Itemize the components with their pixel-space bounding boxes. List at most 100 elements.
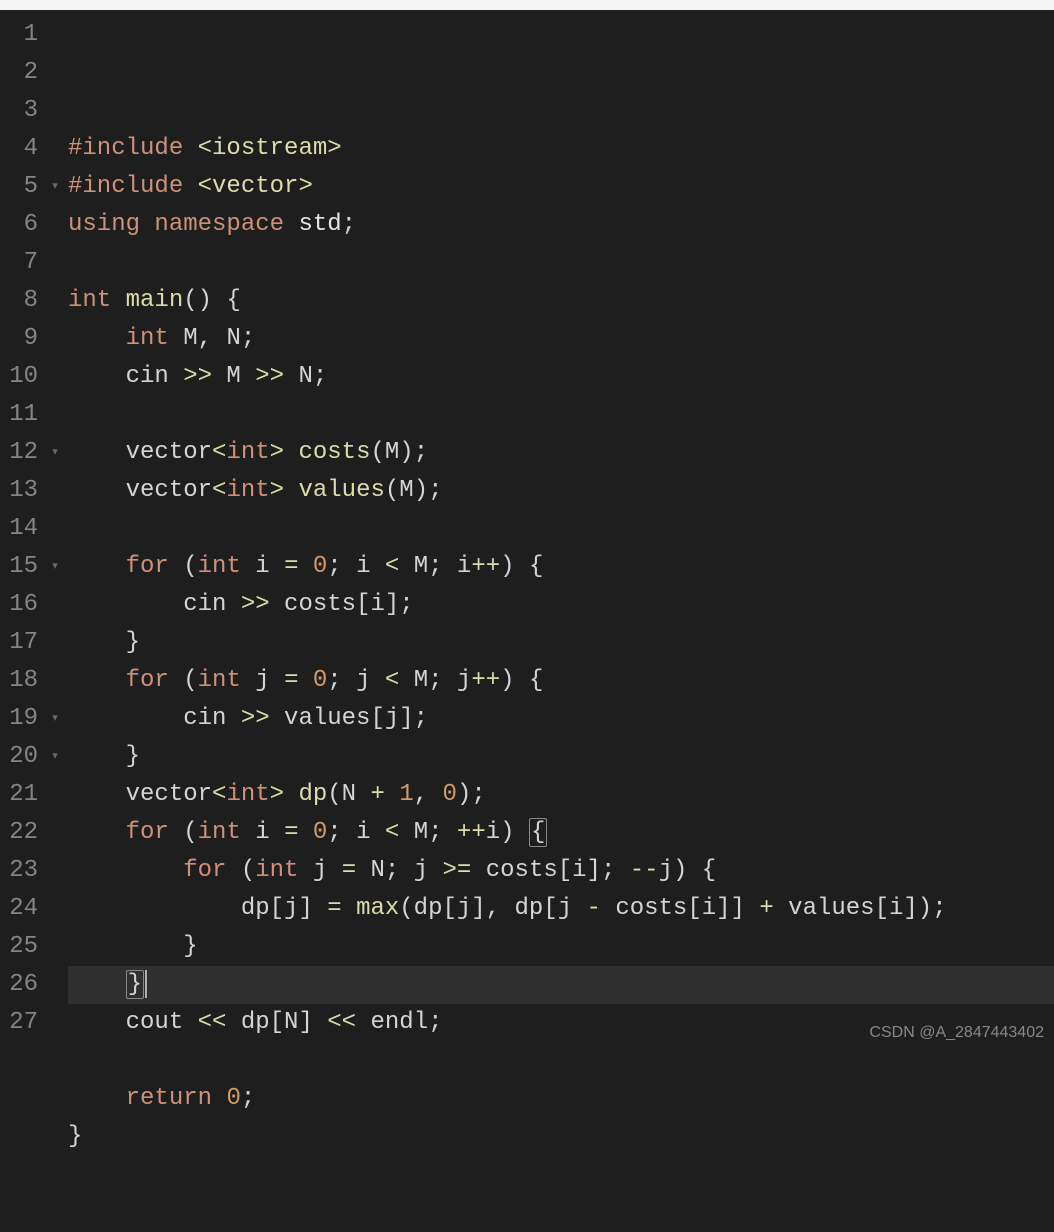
fold-marker: [48, 130, 62, 168]
fold-marker[interactable]: ▾: [48, 434, 62, 472]
code-token: >>: [241, 705, 270, 732]
code-token: int: [255, 857, 298, 884]
code-line[interactable]: vector<int> dp(N + 1, 0);: [68, 776, 1054, 814]
code-line[interactable]: [68, 244, 1054, 282]
code-token: i: [241, 819, 284, 846]
fold-marker[interactable]: ▾: [48, 738, 62, 776]
code-line[interactable]: for (int i = 0; i < M; i++) {: [68, 548, 1054, 586]
fold-marker: [48, 396, 62, 434]
code-line[interactable]: }: [68, 738, 1054, 776]
fold-marker: [48, 586, 62, 624]
code-token: =: [284, 819, 298, 846]
code-line[interactable]: int main() {: [68, 282, 1054, 320]
code-token: vector: [68, 781, 212, 808]
fold-marker: [48, 510, 62, 548]
code-token: values[j];: [270, 705, 428, 732]
line-number: 10: [0, 358, 38, 396]
fold-marker: [48, 928, 62, 966]
code-token: [298, 667, 312, 694]
code-line[interactable]: for (int j = N; j >= costs[i]; --j) {: [68, 852, 1054, 890]
code-token: [68, 667, 126, 694]
code-token: <<: [327, 1009, 356, 1036]
code-line[interactable]: cin >> M >> N;: [68, 358, 1054, 396]
code-line[interactable]: #include <iostream>: [68, 130, 1054, 168]
code-line[interactable]: vector<int> costs(M);: [68, 434, 1054, 472]
code-token: int: [226, 477, 269, 504]
fold-marker[interactable]: ▾: [48, 700, 62, 738]
line-number: 13: [0, 472, 38, 510]
line-number: 21: [0, 776, 38, 814]
code-line[interactable]: using namespace std;: [68, 206, 1054, 244]
code-token: >>: [183, 363, 212, 390]
code-area[interactable]: #include <iostream>#include <vector>usin…: [62, 10, 1054, 1058]
code-token: (M);: [385, 477, 443, 504]
fold-marker[interactable]: ▾: [48, 168, 62, 206]
code-line[interactable]: vector<int> values(M);: [68, 472, 1054, 510]
code-token: <: [212, 781, 226, 808]
code-token: 1: [399, 781, 413, 808]
code-token: >: [270, 439, 284, 466]
code-token: );: [457, 781, 486, 808]
code-token: +: [371, 781, 385, 808]
code-token: int: [198, 667, 241, 694]
code-token: int: [226, 439, 269, 466]
code-line[interactable]: cin >> values[j];: [68, 700, 1054, 738]
code-line[interactable]: }: [68, 928, 1054, 966]
code-token: --: [630, 857, 659, 884]
code-line[interactable]: }: [68, 624, 1054, 662]
code-token: -: [587, 895, 601, 922]
code-token: (: [169, 667, 198, 694]
code-line[interactable]: }: [68, 966, 1054, 1004]
fold-marker: [48, 1004, 62, 1042]
line-number: 20: [0, 738, 38, 776]
code-token: {: [529, 818, 547, 847]
code-token: ;: [241, 1085, 255, 1112]
code-token: [183, 173, 197, 200]
code-token: (M);: [370, 439, 428, 466]
line-number: 25: [0, 928, 38, 966]
code-token: <: [385, 667, 399, 694]
code-token: }: [126, 970, 144, 999]
code-token: (: [169, 819, 198, 846]
code-token: [212, 1085, 226, 1112]
line-number: 3: [0, 92, 38, 130]
code-token: <: [212, 439, 226, 466]
line-number: 17: [0, 624, 38, 662]
fold-marker: [48, 814, 62, 852]
fold-marker: [48, 662, 62, 700]
code-token: cin: [68, 705, 241, 732]
code-line[interactable]: for (int j = 0; j < M; j++) {: [68, 662, 1054, 700]
code-token: #include: [68, 173, 183, 200]
code-token: [68, 325, 126, 352]
code-token: <<: [198, 1009, 227, 1036]
fold-marker: [48, 206, 62, 244]
code-line[interactable]: for (int i = 0; i < M; ++i) {: [68, 814, 1054, 852]
code-token: }: [68, 743, 140, 770]
code-token: costs[i];: [471, 857, 629, 884]
code-token: [183, 135, 197, 162]
fold-marker: [48, 776, 62, 814]
code-line[interactable]: [68, 396, 1054, 434]
line-number: 7: [0, 244, 38, 282]
code-token: costs[i]]: [601, 895, 759, 922]
code-line[interactable]: int M, N;: [68, 320, 1054, 358]
code-line[interactable]: dp[j] = max(dp[j], dp[j - costs[i]] + va…: [68, 890, 1054, 928]
code-line[interactable]: cin >> costs[i];: [68, 586, 1054, 624]
code-token: >=: [443, 857, 472, 884]
code-token: dp: [298, 781, 327, 808]
code-line[interactable]: }: [68, 1118, 1054, 1156]
code-token: int: [198, 819, 241, 846]
code-token: endl;: [356, 1009, 442, 1036]
line-number: 15: [0, 548, 38, 586]
code-token: j) {: [659, 857, 717, 884]
code-line[interactable]: #include <vector>: [68, 168, 1054, 206]
line-number: 22: [0, 814, 38, 852]
code-token: }: [68, 933, 198, 960]
code-token: [284, 477, 298, 504]
csdn-watermark: CSDN @A_2847443402: [869, 1014, 1044, 1052]
fold-marker[interactable]: ▾: [48, 548, 62, 586]
code-line[interactable]: [68, 510, 1054, 548]
code-token: =: [342, 857, 356, 884]
fold-marker: [48, 966, 62, 1004]
code-line[interactable]: return 0;: [68, 1080, 1054, 1118]
